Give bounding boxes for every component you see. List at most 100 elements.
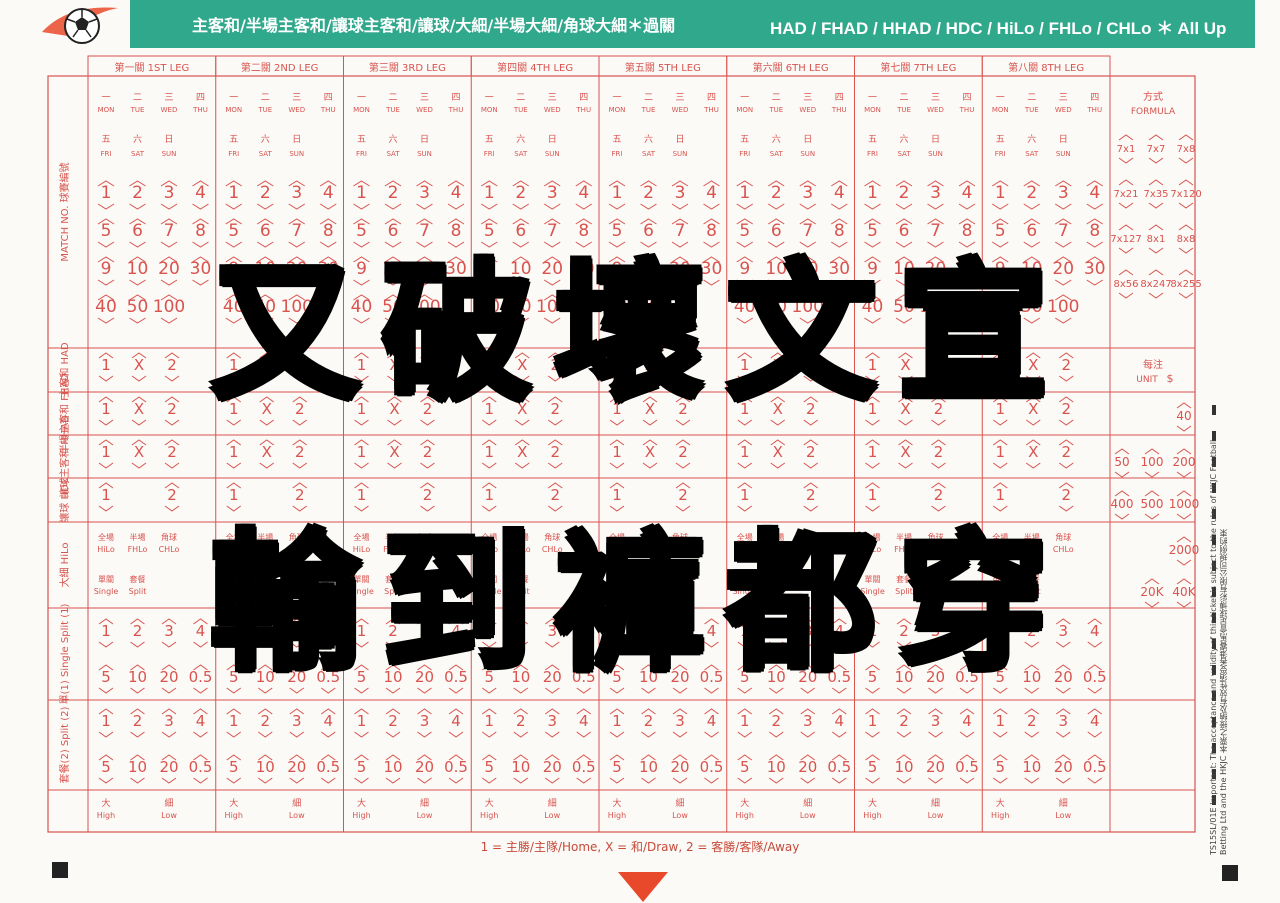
match-number-option[interactable]: 3 xyxy=(802,183,813,203)
match-number-option[interactable]: 4 xyxy=(1089,183,1100,203)
had-option[interactable]: X xyxy=(262,443,272,461)
match-number-option[interactable]: 2 xyxy=(899,183,910,203)
match-number-option[interactable]: 8 xyxy=(962,221,973,241)
match-number-option[interactable]: 3 xyxy=(1058,183,1069,203)
match-number-option[interactable]: 5 xyxy=(995,221,1006,241)
hdc-option[interactable]: 2 xyxy=(423,486,433,504)
split2-option[interactable]: 20 xyxy=(287,758,306,776)
hdc-option[interactable]: 2 xyxy=(806,486,816,504)
split2-option[interactable]: 4 xyxy=(451,712,461,730)
day-option[interactable]: FRI xyxy=(867,150,878,158)
day-option[interactable]: THU xyxy=(575,106,591,114)
match-number-option[interactable]: 1 xyxy=(995,183,1006,203)
formula-option[interactable]: 7x35 xyxy=(1143,189,1168,200)
match-number-option[interactable]: 8 xyxy=(323,221,334,241)
match-number-option[interactable]: 4 xyxy=(195,183,206,203)
high-low-option[interactable]: 細 xyxy=(1059,797,1068,809)
high-low-option[interactable]: 大 xyxy=(740,797,749,809)
high-low-option[interactable]: 大 xyxy=(996,797,1005,809)
day-option[interactable]: SAT xyxy=(259,150,273,158)
split2-option[interactable]: 3 xyxy=(803,712,813,730)
match-number-option[interactable]: 2 xyxy=(388,183,399,203)
split2-option[interactable]: 5 xyxy=(484,758,494,776)
day-option[interactable]: WED xyxy=(672,106,689,114)
split2-option[interactable]: 2 xyxy=(771,712,781,730)
high-low-option[interactable]: 細 xyxy=(675,797,684,809)
hdc-option[interactable]: 2 xyxy=(1061,486,1071,504)
split2-option[interactable]: 1 xyxy=(612,712,622,730)
split2-option[interactable]: 3 xyxy=(1058,712,1068,730)
split2-option[interactable]: 2 xyxy=(133,712,143,730)
split2-option[interactable]: 4 xyxy=(196,712,206,730)
split2-option[interactable]: 4 xyxy=(579,712,589,730)
formula-option[interactable]: 7x127 xyxy=(1110,234,1141,245)
high-low-option[interactable]: 大 xyxy=(485,797,494,809)
split2-option[interactable]: 4 xyxy=(323,712,333,730)
had-option[interactable]: 2 xyxy=(1061,443,1071,461)
match-number-option[interactable]: 6 xyxy=(899,221,910,241)
match-number-option[interactable]: 5 xyxy=(739,221,750,241)
had-option[interactable]: 2 xyxy=(295,443,305,461)
high-low-option[interactable]: 大 xyxy=(229,797,238,809)
day-option[interactable]: FRI xyxy=(228,150,239,158)
match-number-option[interactable]: 1 xyxy=(356,183,367,203)
day-option[interactable]: SUN xyxy=(545,150,560,158)
day-option[interactable]: TUE xyxy=(257,106,272,114)
day-option[interactable]: WED xyxy=(416,106,433,114)
day-option[interactable]: SUN xyxy=(289,150,304,158)
high-low-option[interactable]: 細 xyxy=(420,797,429,809)
day-option[interactable]: MON xyxy=(481,106,498,114)
match-number-option[interactable]: 4 xyxy=(323,183,334,203)
match-number-option[interactable]: 6 xyxy=(515,221,526,241)
day-option[interactable]: WED xyxy=(1055,106,1072,114)
day-option[interactable]: FRI xyxy=(739,150,750,158)
split2-option[interactable]: 0.5 xyxy=(955,758,979,776)
split2-option[interactable]: 20 xyxy=(543,758,562,776)
split2-option[interactable]: 5 xyxy=(740,758,750,776)
split2-option[interactable]: 0.5 xyxy=(572,758,596,776)
unit-option[interactable]: 1000 xyxy=(1169,497,1200,511)
split2-option[interactable]: 1 xyxy=(868,712,878,730)
had-option[interactable]: X xyxy=(900,443,910,461)
hdc-option[interactable]: 2 xyxy=(550,486,560,504)
day-option[interactable]: SAT xyxy=(1025,150,1039,158)
split2-option[interactable]: 20 xyxy=(670,758,689,776)
split2-option[interactable]: 10 xyxy=(128,758,147,776)
split2-option[interactable]: 3 xyxy=(420,712,430,730)
day-option[interactable]: THU xyxy=(448,106,464,114)
match-number-option[interactable]: 2 xyxy=(260,183,271,203)
day-option[interactable]: FRI xyxy=(995,150,1006,158)
split2-option[interactable]: 1 xyxy=(740,712,750,730)
split2-option[interactable]: 20 xyxy=(798,758,817,776)
day-option[interactable]: TUE xyxy=(130,106,145,114)
had-option[interactable]: X xyxy=(645,443,655,461)
day-option[interactable]: TUE xyxy=(513,106,528,114)
hdc-option[interactable]: 1 xyxy=(357,486,367,504)
had-option[interactable]: 1 xyxy=(740,443,750,461)
had-option[interactable]: 1 xyxy=(101,443,111,461)
match-number-option[interactable]: 7 xyxy=(291,221,302,241)
day-option[interactable]: WED xyxy=(927,106,944,114)
day-option[interactable]: SUN xyxy=(928,150,943,158)
split2-option[interactable]: 10 xyxy=(511,758,530,776)
day-option[interactable]: SAT xyxy=(770,150,784,158)
unit-option[interactable]: 400 xyxy=(1111,497,1134,511)
match-number-option[interactable]: 1 xyxy=(867,183,878,203)
split2-option[interactable]: 1 xyxy=(484,712,494,730)
match-number-option[interactable]: 6 xyxy=(260,221,271,241)
formula-option[interactable]: 7x1 xyxy=(1117,144,1136,155)
match-number-option[interactable]: 3 xyxy=(675,183,686,203)
match-number-option[interactable]: 7 xyxy=(419,221,430,241)
day-option[interactable]: THU xyxy=(959,106,975,114)
hdc-option[interactable]: 1 xyxy=(484,486,494,504)
formula-option[interactable]: 8x1 xyxy=(1147,234,1166,245)
match-number-option[interactable]: 8 xyxy=(706,221,717,241)
had-option[interactable]: X xyxy=(389,443,399,461)
split2-option[interactable]: 0.5 xyxy=(827,758,851,776)
unit-option[interactable]: 200 xyxy=(1173,455,1196,469)
match-number-option[interactable]: 4 xyxy=(962,183,973,203)
match-number-option[interactable]: 5 xyxy=(356,221,367,241)
split2-option[interactable]: 5 xyxy=(101,758,111,776)
split2-option[interactable]: 20 xyxy=(159,758,178,776)
split2-option[interactable]: 10 xyxy=(256,758,275,776)
